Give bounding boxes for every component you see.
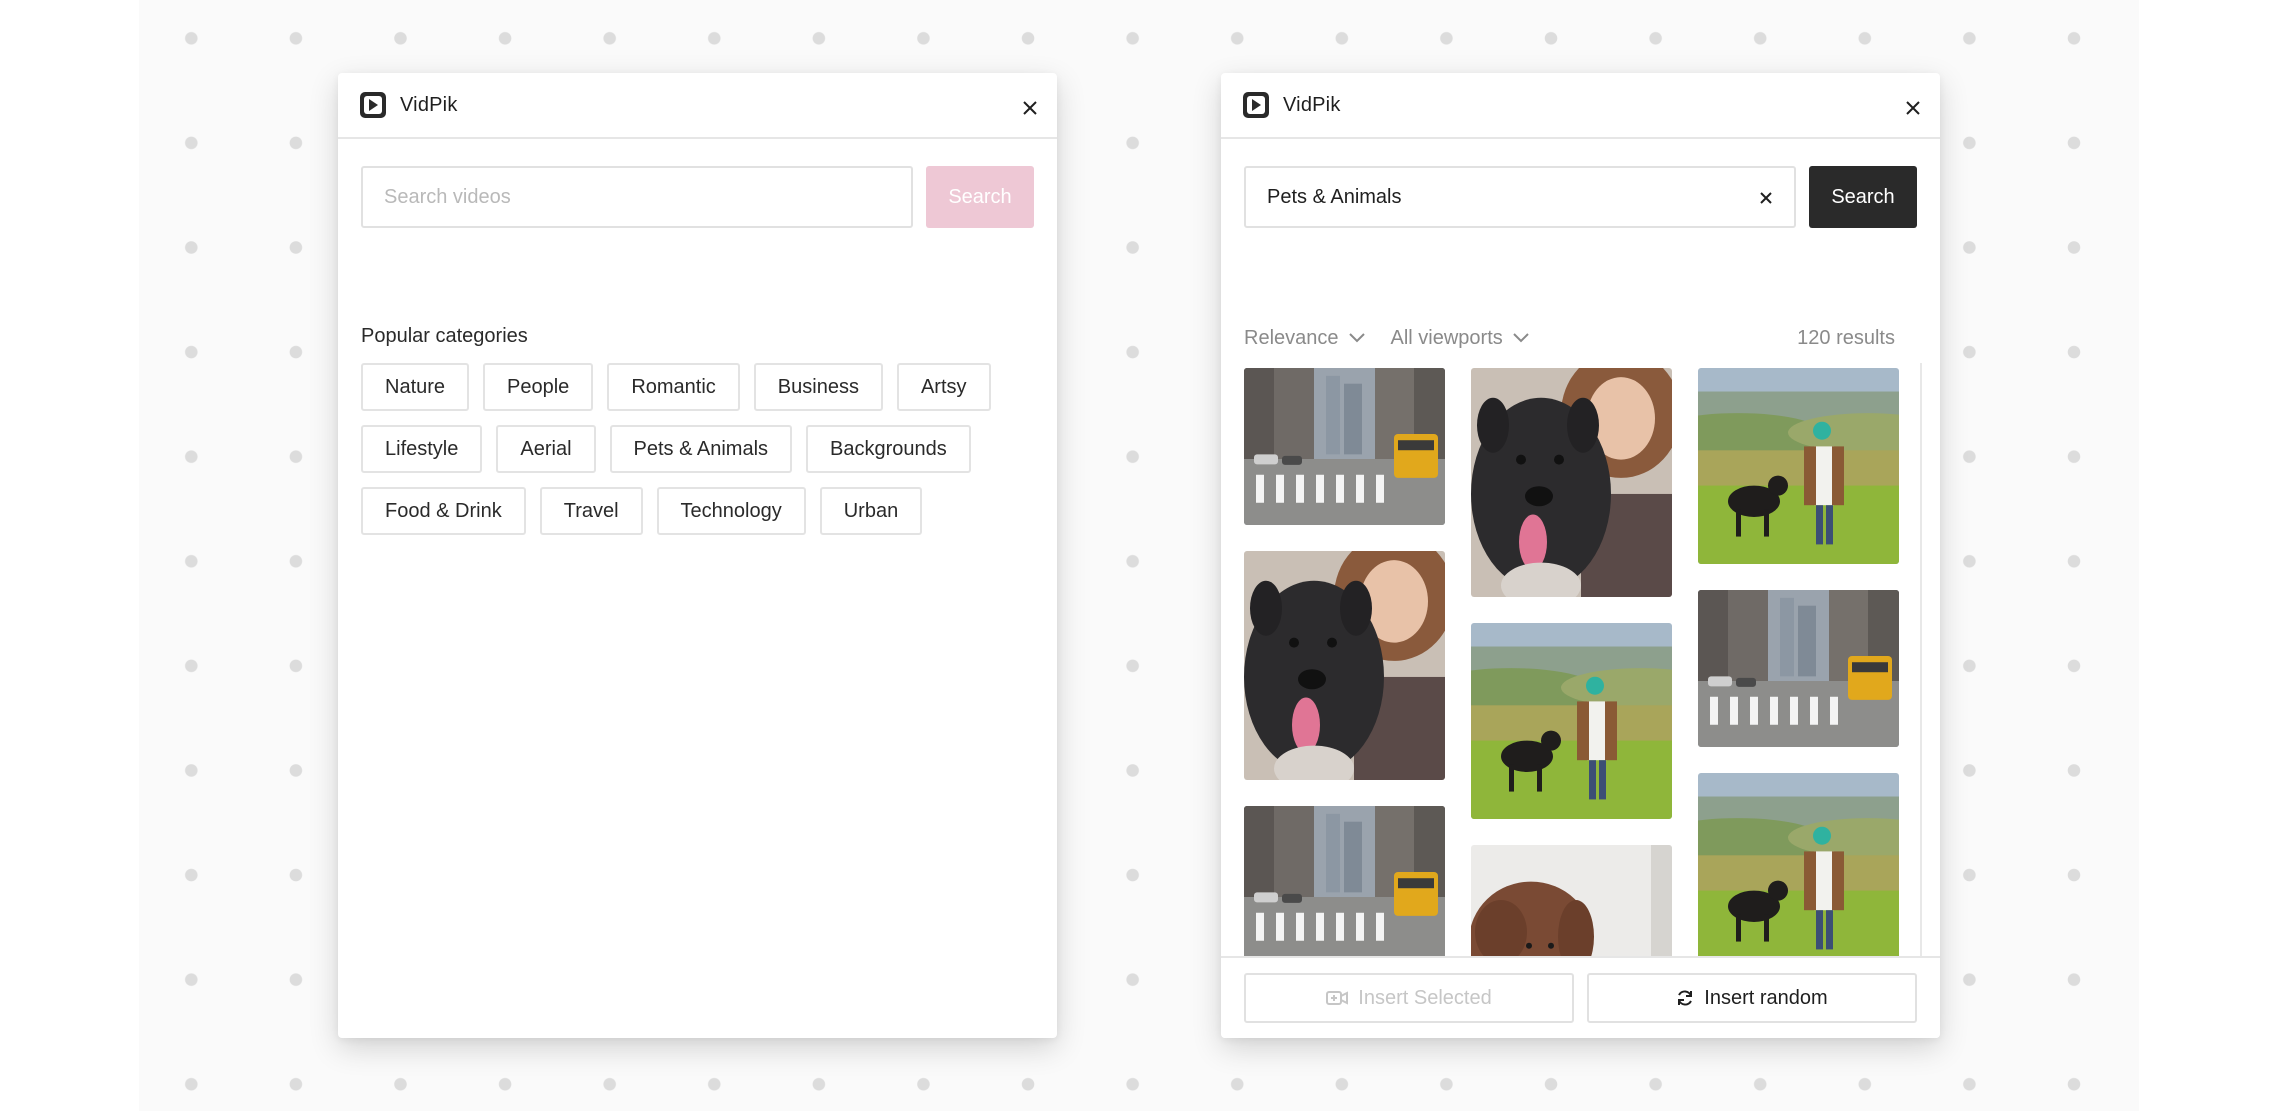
video-thumbnail-city-street[interactable] [1698, 590, 1899, 747]
video-thumbnail-dog-field[interactable] [1471, 623, 1672, 819]
search-placeholder: Search videos [384, 185, 511, 208]
chip-row: Food & Drink Travel Technology Urban [361, 487, 1041, 535]
category-chip-romantic[interactable]: Romantic [607, 363, 740, 411]
panel-header: VidPik [338, 73, 1057, 139]
video-add-icon [1326, 991, 1349, 1005]
viewport-label: All viewports [1390, 326, 1503, 349]
viewport-dropdown[interactable]: All viewports [1391, 327, 1529, 350]
video-thumbnail-city-street[interactable] [1244, 368, 1445, 525]
refresh-icon [1678, 990, 1693, 1006]
search-button[interactable]: Search [926, 166, 1034, 228]
panel-header: VidPik [1221, 73, 1940, 139]
category-chip-nature[interactable]: Nature [361, 363, 470, 411]
app-name: VidPik [1283, 93, 1341, 116]
results-count: 120 results [1797, 326, 1895, 349]
filters-bar: Relevance All viewports 120 results [1244, 325, 1895, 351]
chip-row: Lifestyle Aerial Pets & Animals Backgrounds [361, 425, 1041, 473]
category-chips: Nature People Romantic Business Artsy Lifesty… [361, 363, 1041, 549]
category-chip-urban[interactable]: Urban [819, 487, 923, 535]
category-chip-food-drink[interactable]: Food & Drink [361, 487, 526, 535]
category-chip-lifestyle[interactable]: Lifestyle [361, 425, 483, 473]
thumbnail-column [1698, 368, 1899, 995]
video-thumbnail-city-street[interactable] [1244, 806, 1445, 963]
categories-title: Popular categories [361, 325, 528, 347]
clear-search-icon[interactable] [1756, 188, 1776, 208]
category-chip-pets-animals[interactable]: Pets & Animals [609, 425, 793, 473]
search-input[interactable]: Pets & Animals [1244, 166, 1796, 228]
thumbnail-grid [1244, 368, 1911, 1030]
app-name: VidPik [400, 93, 458, 116]
video-thumbnail-dog-field[interactable] [1698, 773, 1899, 969]
insert-selected-label: Insert Selected [1358, 986, 1492, 1009]
search-button[interactable]: Search [1809, 166, 1917, 228]
chevron-down-icon [1348, 333, 1365, 343]
sort-label: Relevance [1244, 326, 1339, 349]
video-thumbnail-dog-field[interactable] [1698, 368, 1899, 564]
video-thumbnail-woman-dog[interactable] [1471, 368, 1672, 597]
category-chip-backgrounds[interactable]: Backgrounds [806, 425, 971, 473]
thumbnail-column [1471, 368, 1672, 1030]
close-icon[interactable] [1902, 97, 1924, 119]
sort-dropdown[interactable]: Relevance [1244, 327, 1365, 350]
vidpik-panel-results: VidPik Pets & Animals Search Relevance A… [1221, 73, 1940, 1038]
scrollbar[interactable] [1920, 363, 1922, 1031]
category-chip-technology[interactable]: Technology [656, 487, 806, 535]
search-row: Pets & Animals Search [1244, 166, 1917, 228]
panel-footer: Insert Selected Insert random [1221, 956, 1940, 1038]
insert-selected-button[interactable]: Insert Selected [1244, 973, 1574, 1023]
category-chip-people[interactable]: People [483, 363, 594, 411]
chevron-down-icon [1513, 333, 1529, 343]
search-input[interactable]: Search videos [361, 166, 913, 228]
video-thumbnail-woman-dog[interactable] [1244, 551, 1445, 780]
vidpik-logo-icon [1243, 92, 1269, 118]
close-icon[interactable] [1019, 97, 1041, 119]
category-chip-artsy[interactable]: Artsy [896, 363, 991, 411]
thumbnail-column [1244, 368, 1445, 989]
vidpik-panel-empty: VidPik Search videos Search Popular cate… [338, 73, 1057, 1038]
insert-random-button[interactable]: Insert random [1587, 973, 1917, 1023]
chip-row: Nature People Romantic Business Artsy [361, 363, 1041, 411]
vidpik-logo-icon [360, 92, 386, 118]
search-row: Search videos Search [361, 166, 1034, 228]
category-chip-business[interactable]: Business [753, 363, 883, 411]
search-value: Pets & Animals [1267, 185, 1402, 208]
insert-random-label: Insert random [1704, 986, 1828, 1009]
category-chip-aerial[interactable]: Aerial [496, 425, 596, 473]
category-chip-travel[interactable]: Travel [539, 487, 643, 535]
